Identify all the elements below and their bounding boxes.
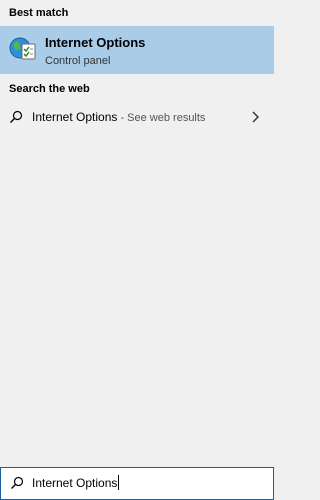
search-icon bbox=[11, 476, 24, 489]
search-box[interactable]: Internet Options bbox=[0, 467, 274, 500]
best-match-item[interactable]: Internet Options Control panel bbox=[0, 26, 274, 74]
internet-options-icon bbox=[9, 37, 36, 60]
web-result-text: Internet Options - See web results bbox=[32, 110, 205, 124]
search-web-header: Search the web bbox=[9, 83, 90, 95]
web-result-query: Internet Options bbox=[32, 110, 118, 124]
search-results-panel: Best match Internet Options Control pane… bbox=[0, 0, 274, 467]
best-match-title: Internet Options bbox=[45, 35, 146, 50]
search-icon bbox=[10, 110, 23, 123]
search-input-value: Internet Options bbox=[32, 475, 118, 490]
chevron-right-icon[interactable] bbox=[250, 111, 260, 123]
search-input[interactable]: Internet Options bbox=[32, 475, 120, 490]
best-match-header: Best match bbox=[9, 7, 69, 19]
best-match-subtitle: Control panel bbox=[45, 55, 111, 67]
web-result-item[interactable]: Internet Options - See web results bbox=[0, 104, 274, 130]
text-caret bbox=[118, 475, 120, 490]
web-result-separator: - bbox=[117, 112, 128, 124]
web-result-hint: See web results bbox=[127, 112, 206, 124]
